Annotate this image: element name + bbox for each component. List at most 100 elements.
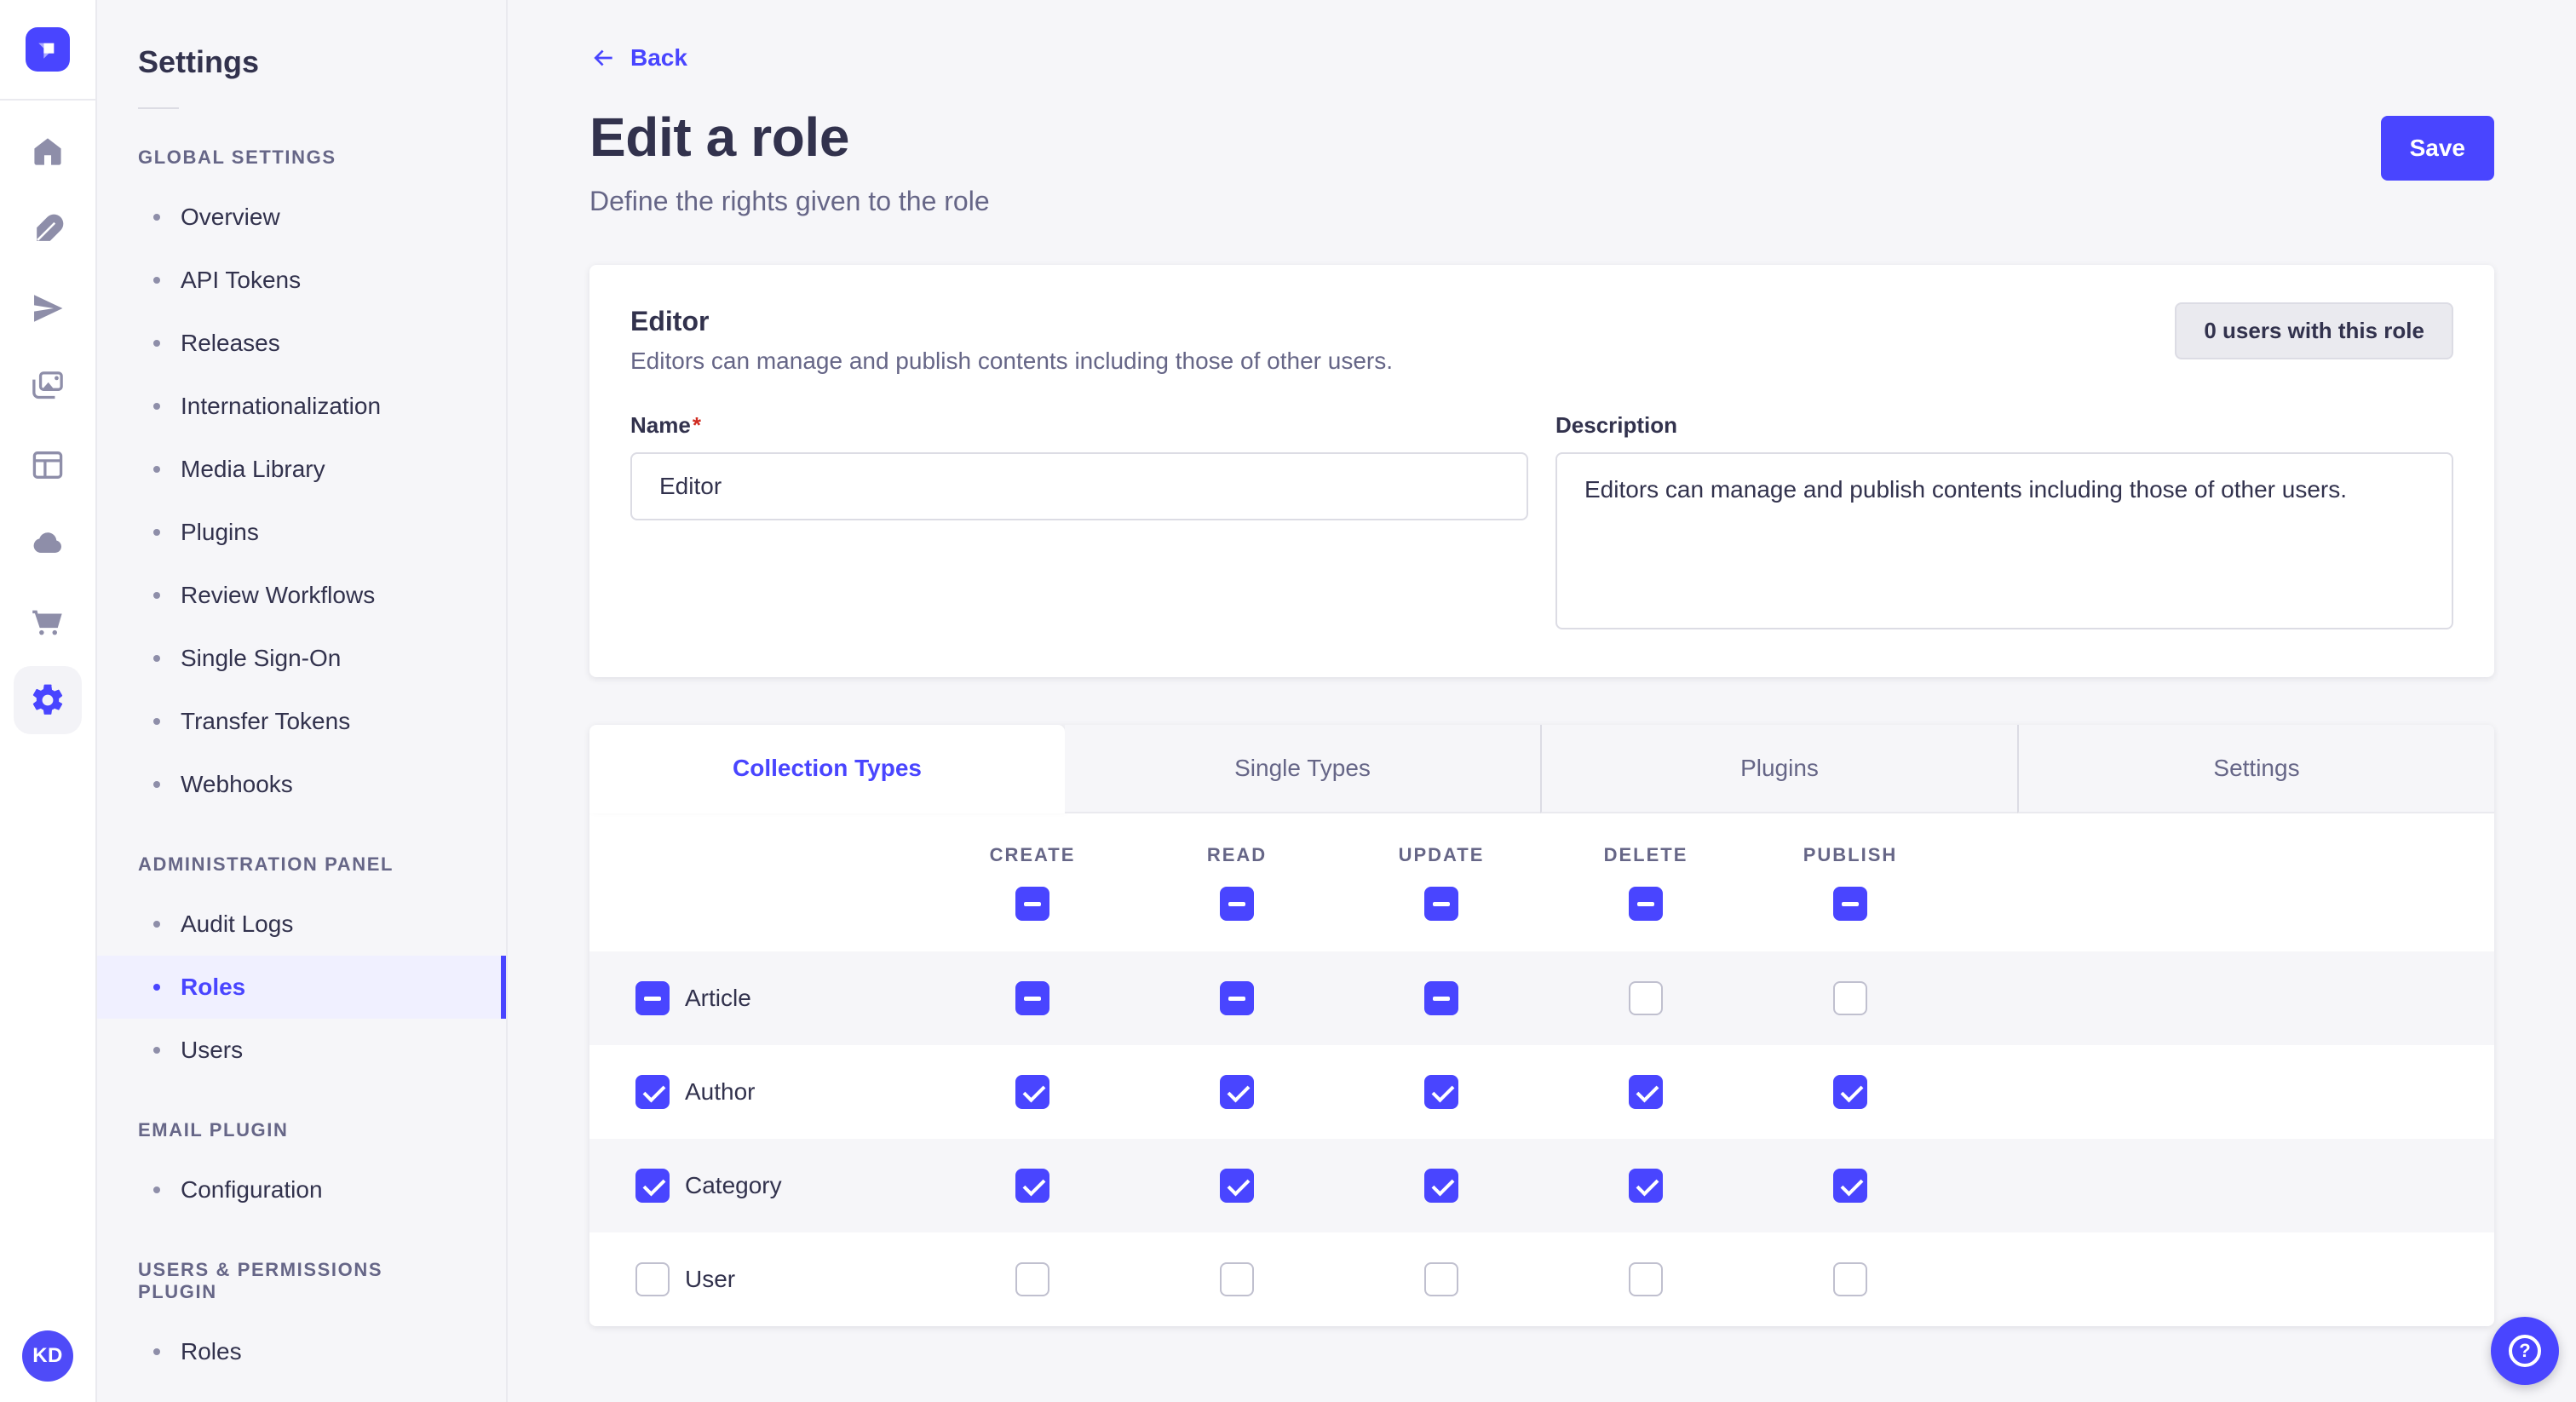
sidebar-item-transfer-tokens[interactable]: Transfer Tokens bbox=[97, 690, 506, 753]
sidebar-item-plugins[interactable]: Plugins bbox=[97, 501, 506, 564]
sidebar-section-label-global-settings: GLOBAL SETTINGS bbox=[97, 147, 506, 169]
sidebar-title: Settings bbox=[97, 0, 506, 80]
sidebar-item-review-workflows[interactable]: Review Workflows bbox=[97, 564, 506, 627]
select-all-publish-checkbox[interactable] bbox=[1833, 887, 1867, 921]
author-create-checkbox[interactable] bbox=[1015, 1075, 1049, 1109]
pictures-icon bbox=[29, 368, 66, 405]
author-row-checkbox[interactable] bbox=[635, 1075, 670, 1109]
bullet-icon bbox=[153, 781, 160, 788]
layout-icon bbox=[29, 446, 66, 484]
tab-settings[interactable]: Settings bbox=[2017, 725, 2494, 813]
permissions-card: Collection TypesSingle TypesPluginsSetti… bbox=[589, 725, 2494, 1326]
sidebar-item-single-sign-on[interactable]: Single Sign-On bbox=[97, 627, 506, 690]
sidebar-section: USERS & PERMISSIONS PLUGINRolesProviders bbox=[97, 1259, 506, 1402]
permissions-table-header: CREATEREADUPDATEDELETEPUBLISH bbox=[589, 813, 2494, 951]
select-all-create-checkbox[interactable] bbox=[1015, 887, 1049, 921]
name-field[interactable] bbox=[630, 452, 1528, 520]
user-create-checkbox[interactable] bbox=[1015, 1262, 1049, 1296]
feather-icon bbox=[29, 211, 66, 249]
user-publish-checkbox[interactable] bbox=[1833, 1262, 1867, 1296]
rail-item-cart[interactable] bbox=[14, 588, 82, 656]
sidebar-item-roles[interactable]: Roles bbox=[97, 1320, 506, 1383]
paper-plane-icon bbox=[29, 290, 66, 327]
sidebar-item-label: Transfer Tokens bbox=[181, 708, 350, 735]
article-publish-checkbox[interactable] bbox=[1833, 981, 1867, 1015]
description-field[interactable]: Editors can manage and publish contents … bbox=[1555, 452, 2453, 629]
category-update-checkbox[interactable] bbox=[1424, 1169, 1458, 1203]
sidebar-item-label: Internationalization bbox=[181, 393, 381, 420]
rail-item-pictures[interactable] bbox=[14, 353, 82, 421]
category-read-checkbox[interactable] bbox=[1220, 1169, 1254, 1203]
avatar[interactable]: KD bbox=[22, 1330, 73, 1382]
bullet-icon bbox=[153, 1187, 160, 1193]
column-label-delete: DELETE bbox=[1604, 844, 1688, 866]
bullet-icon bbox=[153, 718, 160, 725]
bullet-icon bbox=[153, 655, 160, 662]
author-read-checkbox[interactable] bbox=[1220, 1075, 1254, 1109]
author-delete-checkbox[interactable] bbox=[1629, 1075, 1663, 1109]
sidebar-item-media-library[interactable]: Media Library bbox=[97, 438, 506, 501]
bullet-icon bbox=[153, 921, 160, 928]
bullet-icon bbox=[153, 466, 160, 473]
select-all-update-checkbox[interactable] bbox=[1424, 887, 1458, 921]
article-delete-checkbox[interactable] bbox=[1629, 981, 1663, 1015]
article-row-checkbox[interactable] bbox=[635, 981, 670, 1015]
rail-item-gear[interactable] bbox=[14, 666, 82, 734]
category-row-checkbox[interactable] bbox=[635, 1169, 670, 1203]
sidebar-item-api-tokens[interactable]: API Tokens bbox=[97, 249, 506, 312]
bullet-icon bbox=[153, 529, 160, 536]
select-all-delete-checkbox[interactable] bbox=[1629, 887, 1663, 921]
bullet-icon bbox=[153, 1348, 160, 1355]
sidebar-item-label: Roles bbox=[181, 974, 245, 1001]
sidebar-item-label: Configuration bbox=[181, 1176, 323, 1204]
rail-item-layout[interactable] bbox=[14, 431, 82, 499]
rail-item-cloud[interactable] bbox=[14, 509, 82, 577]
bullet-icon bbox=[153, 592, 160, 599]
sidebar-section-label-administration-panel: ADMINISTRATION PANEL bbox=[97, 853, 506, 876]
user-read-checkbox[interactable] bbox=[1220, 1262, 1254, 1296]
permission-row-category: Category bbox=[589, 1139, 2494, 1232]
sidebar-section: ADMINISTRATION PANEL Audit Logs Roles Users bbox=[97, 853, 506, 1082]
app-logo[interactable] bbox=[26, 27, 70, 72]
user-update-checkbox[interactable] bbox=[1424, 1262, 1458, 1296]
user-row-checkbox[interactable] bbox=[635, 1262, 670, 1296]
author-update-checkbox[interactable] bbox=[1424, 1075, 1458, 1109]
save-button[interactable]: Save bbox=[2381, 116, 2494, 181]
sidebar-item-internationalization[interactable]: Internationalization bbox=[97, 375, 506, 438]
users-with-role-button[interactable]: 0 users with this role bbox=[2175, 302, 2453, 359]
bullet-icon bbox=[153, 984, 160, 991]
rail-item-home[interactable] bbox=[14, 118, 82, 186]
permission-row-article: Article bbox=[589, 951, 2494, 1045]
sidebar-item-configuration[interactable]: Configuration bbox=[97, 1158, 506, 1221]
category-publish-checkbox[interactable] bbox=[1833, 1169, 1867, 1203]
select-all-read-checkbox[interactable] bbox=[1220, 887, 1254, 921]
sidebar-item-overview[interactable]: Overview bbox=[97, 186, 506, 249]
category-delete-checkbox[interactable] bbox=[1629, 1169, 1663, 1203]
sidebar-section-label-email-plugin: EMAIL PLUGIN bbox=[97, 1119, 506, 1141]
page-subtitle: Define the rights given to the role bbox=[589, 186, 990, 217]
rail-item-feather[interactable] bbox=[14, 196, 82, 264]
article-update-checkbox[interactable] bbox=[1424, 981, 1458, 1015]
user-delete-checkbox[interactable] bbox=[1629, 1262, 1663, 1296]
sidebar-item-providers[interactable]: Providers bbox=[97, 1383, 506, 1402]
rail-item-paper-plane[interactable] bbox=[14, 274, 82, 342]
tab-plugins[interactable]: Plugins bbox=[1540, 725, 2017, 813]
back-link[interactable]: Back bbox=[589, 44, 687, 72]
category-create-checkbox[interactable] bbox=[1015, 1169, 1049, 1203]
sidebar-sections: GLOBAL SETTINGS OverviewAPI TokensRelease… bbox=[97, 147, 506, 1402]
sidebar-item-label: Users bbox=[181, 1037, 243, 1064]
help-button[interactable]: ? bbox=[2491, 1317, 2559, 1385]
icon-rail: KD bbox=[0, 0, 97, 1402]
tab-single-types[interactable]: Single Types bbox=[1065, 725, 1540, 813]
sidebar-item-webhooks[interactable]: Webhooks bbox=[97, 753, 506, 816]
author-publish-checkbox[interactable] bbox=[1833, 1075, 1867, 1109]
sidebar-item-users[interactable]: Users bbox=[97, 1019, 506, 1082]
sidebar-item-audit-logs[interactable]: Audit Logs bbox=[97, 893, 506, 956]
tab-collection-types[interactable]: Collection Types bbox=[589, 725, 1065, 813]
article-create-checkbox[interactable] bbox=[1015, 981, 1049, 1015]
sidebar-item-roles[interactable]: Roles bbox=[97, 956, 506, 1019]
bullet-icon bbox=[153, 403, 160, 410]
article-read-checkbox[interactable] bbox=[1220, 981, 1254, 1015]
row-label-author: Author bbox=[685, 1078, 756, 1106]
sidebar-item-releases[interactable]: Releases bbox=[97, 312, 506, 375]
